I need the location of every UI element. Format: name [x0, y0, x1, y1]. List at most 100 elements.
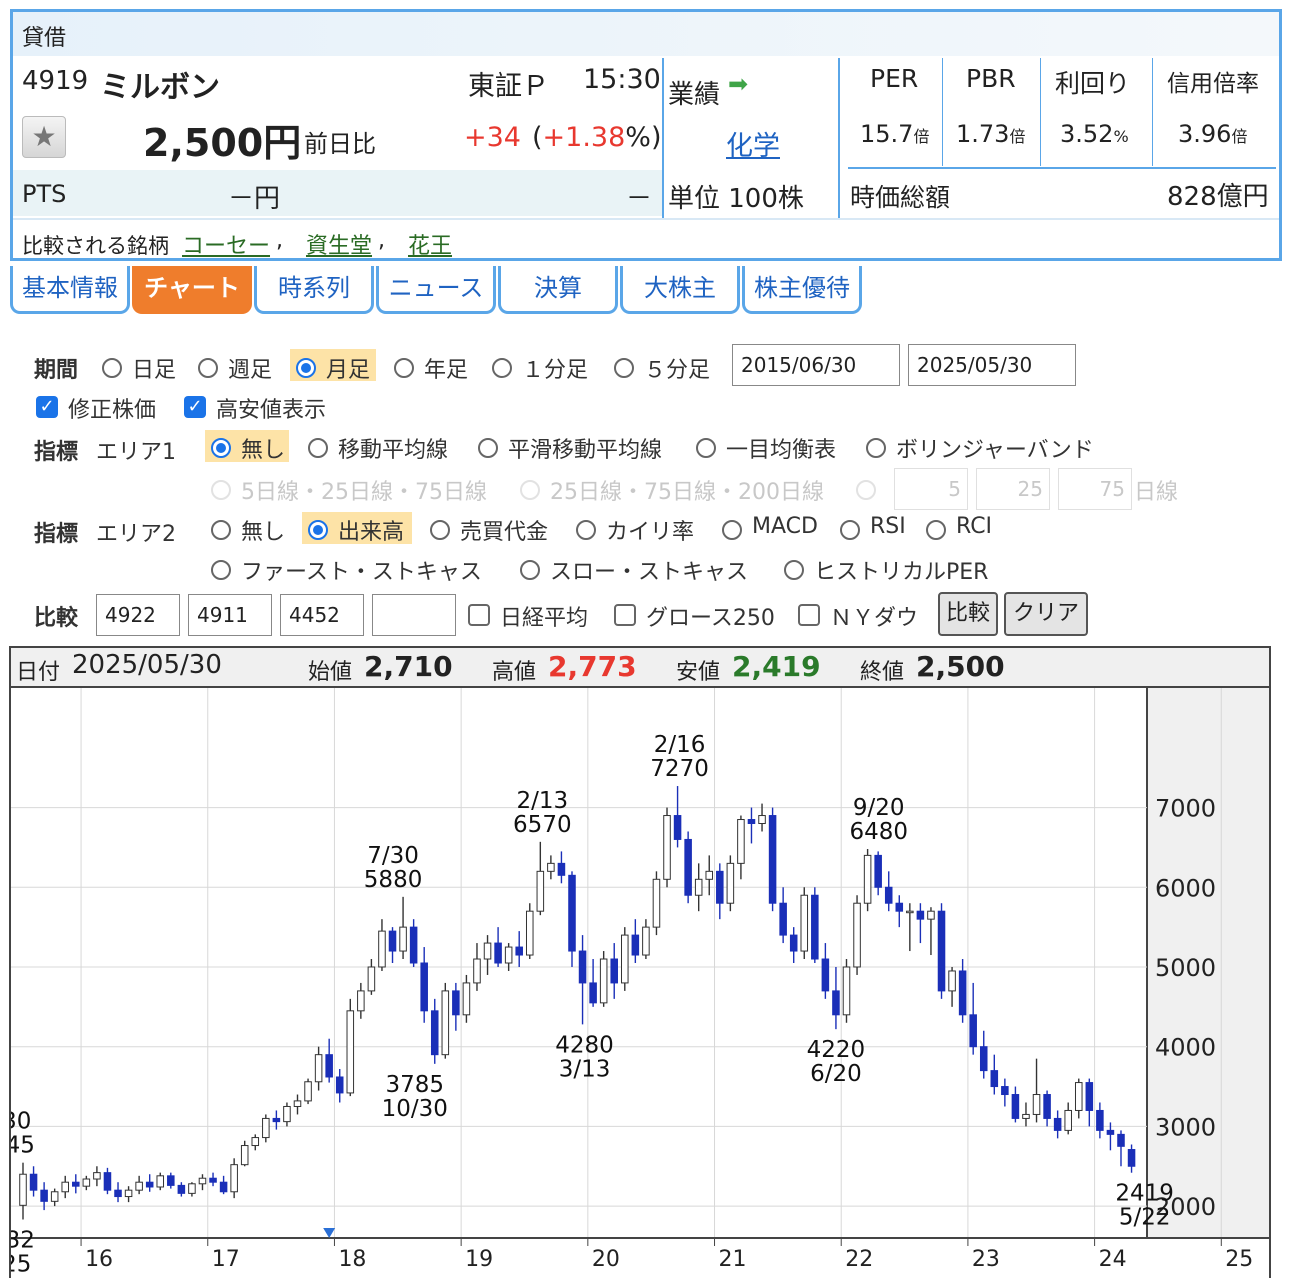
radio-daily[interactable]: [102, 358, 122, 378]
compare-link-shiseido[interactable]: 資生堂: [306, 228, 372, 260]
compare-code-4[interactable]: [372, 594, 456, 636]
rci-label: RCI: [956, 514, 993, 539]
radio-ma-preset-1[interactable]: [211, 480, 231, 500]
candle-body: [167, 1175, 175, 1186]
candle-body: [40, 1189, 48, 1202]
indicator-label: 指標: [34, 440, 79, 465]
x-tick-label: 17: [212, 1247, 240, 1272]
candle-body: [1106, 1129, 1115, 1135]
industry-link[interactable]: 化学: [726, 124, 780, 163]
tab-basic-info[interactable]: 基本情報: [10, 266, 130, 314]
candle-body: [547, 862, 555, 872]
candle-body: [262, 1117, 270, 1139]
radio-area2-none[interactable]: [211, 520, 231, 540]
radio-rsi[interactable]: [840, 520, 860, 540]
tab-news[interactable]: ニュース: [376, 266, 496, 314]
radio-smoothed-ma[interactable]: [478, 438, 498, 458]
x-tick-label: 19: [465, 1247, 493, 1272]
radio-ma-preset-2[interactable]: [520, 480, 540, 500]
candle-body: [948, 970, 956, 992]
radio-monthly[interactable]: [296, 358, 316, 378]
candle-body: [293, 1100, 302, 1107]
rsi-label: RSI: [870, 514, 906, 539]
price-change-pct: (+1.38%): [532, 122, 662, 153]
nydow-label: ＮＹダウ: [830, 606, 919, 631]
candle-body: [367, 966, 376, 992]
x-tick-label: 16: [85, 1247, 113, 1272]
tab-benefits[interactable]: 株主優待: [742, 266, 862, 314]
checkbox-high-low[interactable]: ✓: [184, 396, 206, 418]
checkbox-nikkei[interactable]: [468, 604, 490, 626]
tab-chart[interactable]: チャート: [132, 266, 252, 314]
candle-body: [93, 1172, 101, 1180]
radio-fast-stochastic[interactable]: [211, 560, 231, 580]
compare-code-1[interactable]: [96, 594, 180, 636]
radio-macd[interactable]: [722, 520, 742, 540]
arrow-right-icon[interactable]: ➡: [728, 70, 748, 98]
radio-weekly[interactable]: [198, 358, 218, 378]
radio-1min[interactable]: [492, 358, 512, 378]
radio-bollinger[interactable]: [866, 438, 886, 458]
radio-yearly[interactable]: [394, 358, 414, 378]
compare-link-kao[interactable]: 花王: [408, 228, 452, 260]
candle-body: [937, 910, 946, 992]
candlestick-chart[interactable]: 20003000400050006000700016 17 18 19 20 21 22 23…: [11, 688, 1269, 1278]
candle-body: [884, 886, 893, 904]
divider: [838, 58, 840, 218]
macd-label: MACD: [752, 514, 818, 539]
ma-custom-1-input[interactable]: [894, 468, 968, 510]
chart-annotation: 10/30: [382, 1096, 448, 1122]
ohlc-low-label: 安値: [676, 660, 721, 685]
radio-5min[interactable]: [614, 358, 634, 378]
radio-ma-custom[interactable]: [856, 480, 876, 500]
market-cap-value: 828億円: [1167, 182, 1269, 212]
candle-body: [684, 838, 692, 896]
compare-button[interactable]: 比較: [938, 592, 998, 636]
compare-code-3[interactable]: [280, 594, 364, 636]
candle-body: [557, 862, 566, 876]
ma-custom-3-input[interactable]: [1058, 468, 1132, 510]
radio-rci[interactable]: [926, 520, 946, 540]
chart-annotation: 5880: [364, 867, 423, 893]
period-daily-label: 日足: [132, 358, 177, 383]
candle-body: [452, 990, 460, 1016]
radio-ichimoku[interactable]: [696, 438, 716, 458]
radio-slow-stochastic[interactable]: [520, 560, 540, 580]
radio-divergence[interactable]: [576, 520, 596, 540]
radio-turnover[interactable]: [430, 520, 450, 540]
candle-body: [314, 1054, 323, 1083]
ohlc-close: 2,500: [916, 650, 1005, 683]
candle-body: [240, 1145, 249, 1166]
candle-body: [230, 1164, 238, 1193]
clear-button[interactable]: クリア: [1004, 592, 1088, 636]
area2-none-label: 無し: [241, 520, 286, 545]
radio-moving-average[interactable]: [308, 438, 328, 458]
volume-label: 出来高: [338, 520, 405, 545]
tab-shareholders[interactable]: 大株主: [620, 266, 740, 314]
checkbox-nydow[interactable]: [798, 604, 820, 626]
ma-custom-2-input[interactable]: [976, 468, 1050, 510]
checkbox-adjusted-price[interactable]: ✓: [36, 396, 58, 418]
radio-area1-none[interactable]: [211, 438, 231, 458]
radio-volume[interactable]: [308, 520, 328, 540]
checkbox-growth250[interactable]: [614, 604, 636, 626]
tab-timeseries[interactable]: 時系列: [254, 266, 374, 314]
radio-historical-per[interactable]: [784, 560, 804, 580]
compare-link-kose[interactable]: コーセー: [182, 228, 270, 260]
chart-annotation: 7/30: [11, 1109, 31, 1135]
favorite-star-icon[interactable]: ★: [22, 116, 66, 158]
period-weekly-label: 週足: [228, 358, 273, 383]
date-from-input[interactable]: [732, 344, 900, 386]
chart-annotation: 9/20: [853, 795, 905, 821]
candle-body: [399, 926, 407, 952]
date-to-input[interactable]: [908, 344, 1076, 386]
candle-body: [1096, 1109, 1104, 1131]
adjusted-price-label: 修正株価: [68, 398, 157, 423]
tab-earnings[interactable]: 決算: [498, 266, 618, 314]
x-tick-label: 23: [972, 1247, 1000, 1272]
stat-label-yield: 利回り: [1055, 69, 1131, 98]
compare-code-2[interactable]: [188, 594, 272, 636]
y-tick-label: 5000: [1155, 954, 1216, 982]
divider: [1040, 58, 1041, 166]
pts-change: －: [626, 184, 653, 214]
